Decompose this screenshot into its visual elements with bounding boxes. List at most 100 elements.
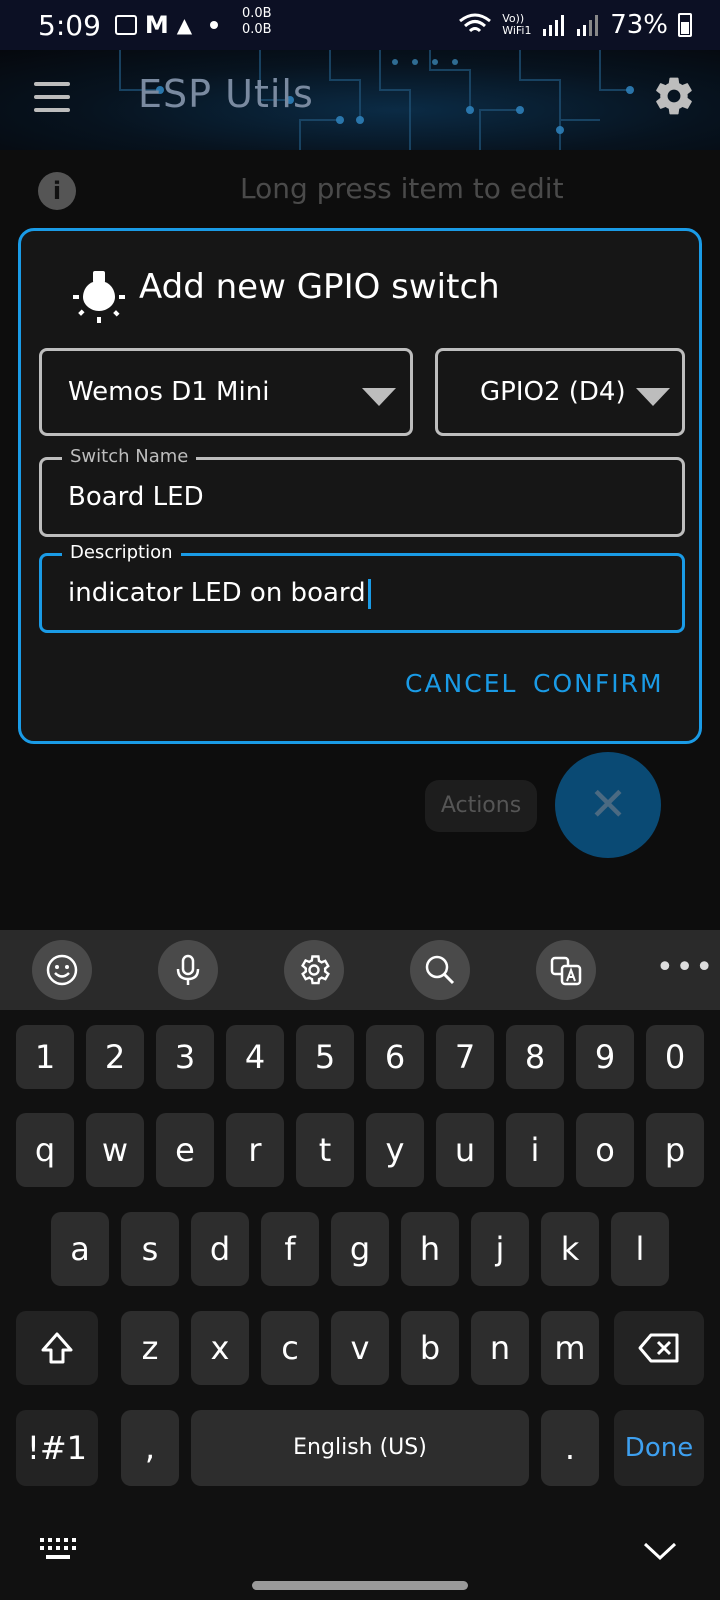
key-q[interactable]: q: [16, 1113, 74, 1187]
home-indicator[interactable]: [252, 1581, 468, 1590]
key-a[interactable]: a: [51, 1212, 109, 1286]
app-title: ESP Utils: [138, 72, 314, 116]
dropdown-arrow-icon: [362, 388, 396, 406]
network-label: Vo)) WiFi1: [502, 12, 532, 37]
key-f[interactable]: f: [261, 1212, 319, 1286]
key-2[interactable]: 2: [86, 1025, 144, 1089]
backspace-icon: [638, 1333, 679, 1363]
microphone-icon[interactable]: [158, 940, 218, 1000]
wifi-icon: [459, 13, 492, 33]
net-down: 0.0B: [242, 22, 272, 37]
key-8[interactable]: 8: [506, 1025, 564, 1089]
done-key[interactable]: Done: [614, 1410, 704, 1486]
key-t[interactable]: t: [296, 1113, 354, 1187]
comma-key[interactable]: ,: [121, 1410, 179, 1486]
confirm-button[interactable]: CONFIRM: [533, 669, 664, 698]
settings-icon[interactable]: [284, 940, 344, 1000]
translate-icon[interactable]: [536, 940, 596, 1000]
key-y[interactable]: y: [366, 1113, 424, 1187]
battery-icon: [678, 13, 692, 37]
board-select[interactable]: Wemos D1 Mini: [39, 348, 413, 436]
key-n[interactable]: n: [471, 1311, 529, 1385]
key-m[interactable]: m: [541, 1311, 599, 1385]
backspace-key[interactable]: [614, 1311, 704, 1385]
hint-text: Long press item to edit: [240, 172, 564, 205]
net-up: 0.0B: [242, 6, 272, 21]
dot-icon: [210, 21, 219, 29]
circuit-background: [119, 50, 634, 150]
app-bar: ESP Utils: [0, 50, 720, 150]
key-1[interactable]: 1: [16, 1025, 74, 1089]
key-k[interactable]: k: [541, 1212, 599, 1286]
menu-button[interactable]: [34, 82, 70, 112]
gpio-select[interactable]: GPIO2 (D4): [435, 348, 685, 436]
key-6[interactable]: 6: [366, 1025, 424, 1089]
info-icon: i: [38, 172, 76, 210]
key-e[interactable]: e: [156, 1113, 214, 1187]
hide-keyboard-chevron-icon[interactable]: [642, 1540, 678, 1562]
symbols-key[interactable]: !#1: [16, 1410, 98, 1486]
emoji-icon[interactable]: [32, 940, 92, 1000]
system-icons: Vo)) WiFi1 73%: [458, 10, 692, 40]
key-7[interactable]: 7: [436, 1025, 494, 1089]
key-b[interactable]: b: [401, 1311, 459, 1385]
key-z[interactable]: z: [121, 1311, 179, 1385]
gallery-icon: [114, 15, 137, 35]
text-cursor: [367, 578, 371, 609]
key-p[interactable]: p: [646, 1113, 704, 1187]
keyboard: [0, 1010, 720, 1600]
switch-name-value: Board LED: [68, 482, 204, 512]
settings-gear-icon[interactable]: [652, 74, 696, 118]
keyboard-toolbar: •••: [0, 930, 720, 1010]
key-9[interactable]: 9: [576, 1025, 634, 1089]
status-bar: 5:09 M ▲ 0.0B 0.0B Vo)) WiFi1 73%: [0, 0, 720, 50]
switch-name-label: Switch Name: [62, 446, 197, 467]
account-icon: ▲: [176, 13, 193, 37]
switch-name-field[interactable]: Switch Name Board LED: [39, 446, 685, 537]
gpio-select-value: GPIO2 (D4): [480, 377, 626, 407]
board-select-value: Wemos D1 Mini: [68, 377, 270, 407]
signal-2-icon: [577, 15, 599, 36]
key-c[interactable]: c: [261, 1311, 319, 1385]
key-v[interactable]: v: [331, 1311, 389, 1385]
more-icon[interactable]: •••: [656, 950, 715, 985]
key-i[interactable]: i: [506, 1113, 564, 1187]
keyboard-switch-icon[interactable]: [38, 1536, 78, 1562]
key-0[interactable]: 0: [646, 1025, 704, 1089]
key-u[interactable]: u: [436, 1113, 494, 1187]
clock: 5:09: [38, 8, 101, 42]
space-key[interactable]: English (US): [191, 1410, 529, 1486]
notification-icons: M ▲: [114, 11, 219, 39]
light-bulb-icon: [73, 271, 125, 323]
shift-icon: [41, 1332, 73, 1364]
key-o[interactable]: o: [576, 1113, 634, 1187]
dialog-title: Add new GPIO switch: [139, 267, 500, 307]
period-key[interactable]: .: [541, 1410, 599, 1486]
dropdown-arrow-icon: [636, 388, 670, 406]
key-j[interactable]: j: [471, 1212, 529, 1286]
key-g[interactable]: g: [331, 1212, 389, 1286]
description-value-wrap: indicator LED on board: [68, 578, 371, 609]
gmail-icon: M: [144, 11, 169, 39]
description-field[interactable]: Description indicator LED on board: [39, 542, 685, 633]
key-w[interactable]: w: [86, 1113, 144, 1187]
battery-percent: 73%: [610, 10, 668, 40]
search-icon[interactable]: [410, 940, 470, 1000]
key-r[interactable]: r: [226, 1113, 284, 1187]
signal-icon: [543, 15, 565, 36]
key-4[interactable]: 4: [226, 1025, 284, 1089]
key-5[interactable]: 5: [296, 1025, 354, 1089]
key-h[interactable]: h: [401, 1212, 459, 1286]
key-d[interactable]: d: [191, 1212, 249, 1286]
key-s[interactable]: s: [121, 1212, 179, 1286]
actions-label[interactable]: Actions: [425, 780, 537, 832]
key-l[interactable]: l: [611, 1212, 669, 1286]
net-speed: 0.0B 0.0B: [242, 6, 272, 38]
close-fab-button[interactable]: ✕: [555, 752, 661, 858]
add-gpio-dialog: Add new GPIO switch Wemos D1 Mini GPIO2 …: [18, 228, 702, 744]
description-label: Description: [62, 542, 181, 563]
shift-key[interactable]: [16, 1311, 98, 1385]
key-3[interactable]: 3: [156, 1025, 214, 1089]
key-x[interactable]: x: [191, 1311, 249, 1385]
cancel-button[interactable]: CANCEL: [405, 669, 517, 698]
